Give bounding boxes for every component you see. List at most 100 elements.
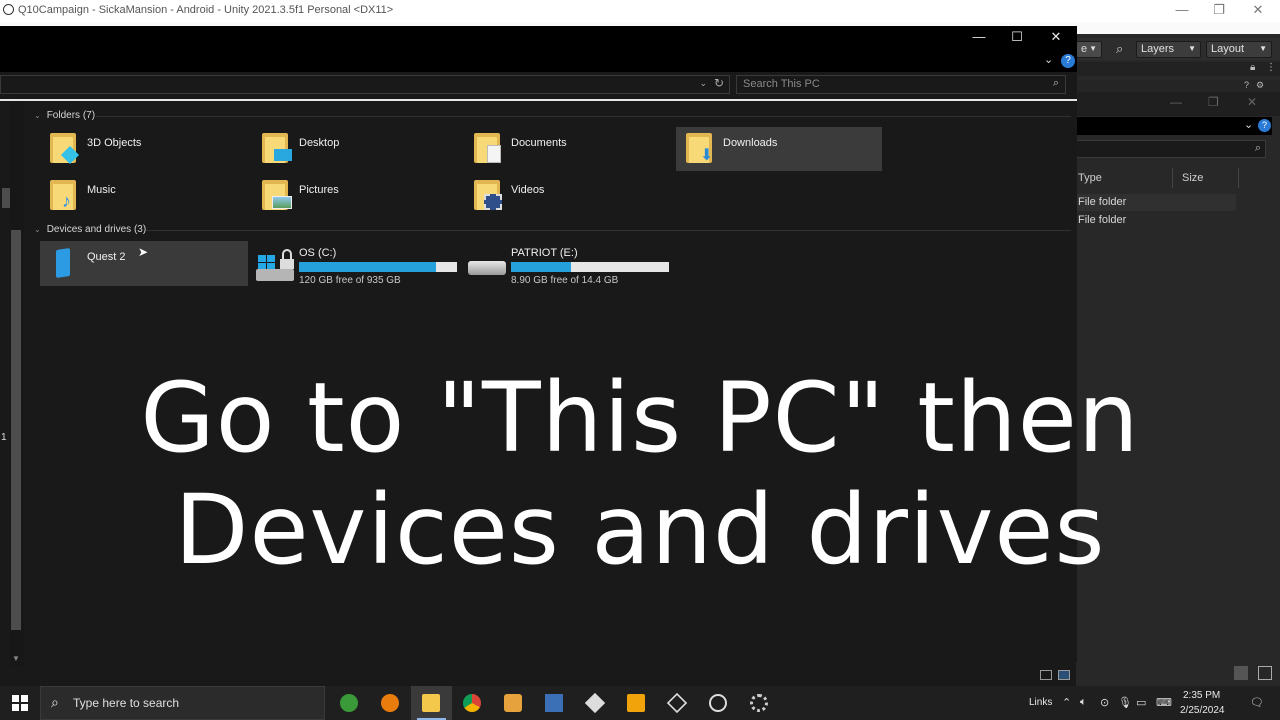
- unity-panel-strip-2: ? ⚙: [1076, 80, 1280, 92]
- close-icon[interactable]: ✕: [1246, 2, 1270, 18]
- folder-label: 3D Objects: [87, 137, 142, 149]
- drive-patriot-e[interactable]: PATRIOT (E:) 8.90 GB free of 14.4 GB: [464, 243, 670, 289]
- help-icon[interactable]: ?: [1061, 54, 1075, 68]
- chevron-down-icon: ▼: [1188, 44, 1196, 53]
- battery-icon[interactable]: ▭: [1136, 696, 1146, 709]
- folder-pictures[interactable]: Pictures: [252, 174, 458, 218]
- folder-3d-objects[interactable]: 3D Objects: [40, 127, 246, 171]
- chevron-down-icon[interactable]: ⌄: [699, 78, 707, 89]
- expand-ribbon-icon[interactable]: ⌄: [1044, 53, 1053, 66]
- help-icon[interactable]: ?: [1258, 119, 1271, 132]
- caption-line-2: Devices and drives: [174, 474, 1106, 586]
- taskbar-time[interactable]: 2:35 PM: [1183, 690, 1220, 701]
- search-placeholder: Search This PC: [743, 78, 820, 90]
- folders-group-label: Folders (7): [46, 110, 96, 121]
- notification-icon[interactable]: 🗨︎: [1250, 696, 1264, 709]
- windows-drive-icon: [256, 247, 296, 283]
- folder-documents[interactable]: Documents: [464, 127, 670, 171]
- music-folder-icon: ♪: [50, 178, 80, 212]
- system-tray: Links ⌃ 🔈︎ ⊙ 🎙︎ ▭ ⌨ 2:35 PM 2/25/2024 🗨︎: [1020, 686, 1280, 720]
- restore-icon[interactable]: ❐: [1207, 2, 1231, 18]
- start-button[interactable]: [0, 686, 40, 720]
- taskbar-app-file-explorer[interactable]: [411, 686, 452, 720]
- drive-usage-fill: [511, 262, 572, 272]
- taskbar-app-settings[interactable]: [739, 686, 780, 720]
- drive-usage-fill: [299, 262, 437, 272]
- close-icon[interactable]: ✕: [1247, 95, 1257, 109]
- column-type[interactable]: Type: [1078, 172, 1102, 184]
- explorer-ribbon: ⌄ ?: [0, 50, 1077, 72]
- folder-label: Documents: [511, 137, 567, 149]
- drive-label: OS (C:): [299, 247, 337, 259]
- large-icons-view-icon[interactable]: [1058, 670, 1070, 680]
- large-icons-view-icon[interactable]: [1258, 666, 1272, 680]
- list-item[interactable]: File folder: [1076, 212, 1236, 229]
- layers-dropdown-label: Layers: [1141, 43, 1175, 55]
- scroll-down-icon[interactable]: ▼: [12, 654, 20, 663]
- details-view-icon[interactable]: [1040, 670, 1052, 680]
- address-bar[interactable]: ⌄ ↻: [0, 75, 730, 94]
- search-input[interactable]: Search This PC ⌕: [736, 75, 1066, 94]
- documents-folder-icon: [474, 131, 504, 165]
- chrome-icon: [463, 694, 481, 712]
- nav-scrollbar-thumb-small[interactable]: [2, 188, 10, 208]
- unity-panel-ribbon: ⌄ ?: [1076, 117, 1272, 135]
- details-view-icon[interactable]: [1234, 666, 1248, 680]
- layout-dropdown[interactable]: Layout ▼: [1206, 41, 1272, 58]
- collapse-icon: ⌄: [34, 225, 41, 234]
- taskbar-app-unity-hub[interactable]: [575, 686, 616, 720]
- settings-icon[interactable]: ⚙: [1256, 80, 1264, 91]
- folder-desktop[interactable]: Desktop: [252, 127, 458, 171]
- taskbar-app-obs[interactable]: [698, 686, 739, 720]
- list-item[interactable]: File folder: [1076, 194, 1236, 211]
- microphone-icon[interactable]: 🎙︎: [1118, 696, 1132, 709]
- drive-free-text: 8.90 GB free of 14.4 GB: [511, 275, 619, 286]
- taskbar-date[interactable]: 2/25/2024: [1180, 705, 1225, 716]
- taskbar-search-box[interactable]: ⌕ Type here to search: [40, 686, 325, 720]
- meet-icon[interactable]: ⊙: [1100, 696, 1109, 709]
- unity-partial-dropdown[interactable]: e ▼: [1076, 41, 1102, 58]
- column-separator: [1238, 168, 1239, 188]
- taskbar-app-blender[interactable]: [370, 686, 411, 720]
- folder-music[interactable]: ♪ Music: [40, 174, 246, 218]
- drive-os-c[interactable]: OS (C:) 120 GB free of 935 GB: [252, 243, 458, 289]
- search-icon[interactable]: ⌕: [1116, 41, 1123, 57]
- blender-icon: [381, 694, 399, 712]
- close-icon[interactable]: ✕: [1037, 29, 1075, 45]
- minimize-icon[interactable]: —: [1170, 2, 1194, 17]
- unity-icon: [666, 692, 688, 714]
- minimize-icon[interactable]: —: [1170, 95, 1182, 109]
- minimize-icon[interactable]: —: [960, 29, 998, 44]
- taskbar-app-unity[interactable]: [657, 686, 698, 720]
- chevron-up-icon[interactable]: ⌃: [1062, 696, 1071, 709]
- layers-dropdown[interactable]: Layers ▼: [1136, 41, 1201, 58]
- taskbar-app-folder[interactable]: [616, 686, 657, 720]
- search-icon: ⌕: [1254, 142, 1261, 154]
- devices-group-header[interactable]: ⌄ Devices and drives (3): [34, 224, 146, 235]
- folder-label: Desktop: [299, 137, 340, 149]
- folder-downloads[interactable]: ⬇ Downloads: [676, 127, 882, 171]
- unity-panel-search[interactable]: ⌕: [1076, 140, 1266, 158]
- folder-videos[interactable]: Videos: [464, 174, 670, 218]
- taskbar-app-xbox[interactable]: [329, 686, 370, 720]
- explorer-titlebar: — ☐ ✕: [0, 26, 1077, 50]
- keyboard-icon[interactable]: ⌨: [1156, 696, 1172, 709]
- menu-icon[interactable]: ⋮: [1266, 62, 1276, 73]
- maximize-icon[interactable]: ☐: [998, 29, 1036, 45]
- taskbar-app-media[interactable]: [493, 686, 534, 720]
- paint-icon: [545, 694, 563, 712]
- caption-line-1: Go to "This PC" then: [140, 362, 1140, 474]
- chevron-down-icon[interactable]: ⌄: [1244, 118, 1253, 131]
- folders-group-header[interactable]: ⌄ Folders (7): [34, 110, 95, 121]
- taskbar-app-paint[interactable]: [534, 686, 575, 720]
- speaker-icon[interactable]: 🔈︎: [1080, 696, 1087, 709]
- column-size[interactable]: Size: [1182, 172, 1203, 184]
- links-toolbar[interactable]: Links: [1029, 697, 1052, 708]
- help-icon[interactable]: ?: [1244, 80, 1249, 90]
- restore-icon[interactable]: ❐: [1208, 95, 1219, 109]
- explorer-address-row: ⌄ ↻ Search This PC ⌕: [0, 72, 1077, 98]
- lock-icon[interactable]: 🔒︎: [1250, 62, 1255, 73]
- device-quest-2[interactable]: Quest 2 ➤: [40, 241, 248, 286]
- refresh-icon[interactable]: ↻: [714, 76, 724, 90]
- taskbar-app-chrome[interactable]: [452, 686, 493, 720]
